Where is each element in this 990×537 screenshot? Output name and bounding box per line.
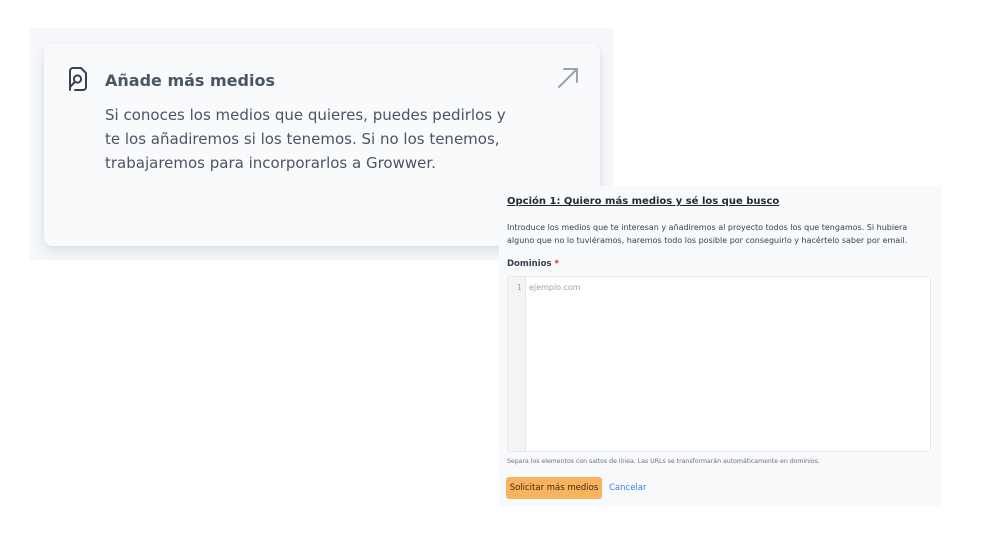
request-media-form: Opción 1: Quiero más medios y sé los que… — [499, 186, 941, 506]
domains-label-text: Dominios — [507, 259, 552, 269]
line-number: 1 — [516, 283, 522, 292]
arrow-up-right-icon[interactable] — [556, 66, 580, 90]
domains-label: Dominios * — [507, 259, 559, 269]
domains-input[interactable] — [526, 278, 928, 450]
card-description: Si conoces los medios que quieres, puede… — [105, 106, 506, 172]
request-media-button[interactable]: Solicitar más medios — [506, 477, 602, 499]
cancel-link[interactable]: Cancelar — [609, 483, 647, 493]
card-title: Añade más medios — [105, 71, 275, 90]
line-number-gutter: 1 — [508, 277, 526, 451]
form-description: Introduce los medios que te interesan y … — [507, 223, 908, 245]
document-search-icon — [66, 66, 90, 92]
domains-editor[interactable]: 1 — [507, 276, 931, 452]
domains-help-text: Separa los elementos con saltos de línea… — [507, 458, 820, 465]
required-mark: * — [554, 259, 559, 269]
page: Añade más medios Si conoces los medios q… — [0, 0, 990, 537]
form-title: Opción 1: Quiero más medios y sé los que… — [507, 196, 780, 207]
